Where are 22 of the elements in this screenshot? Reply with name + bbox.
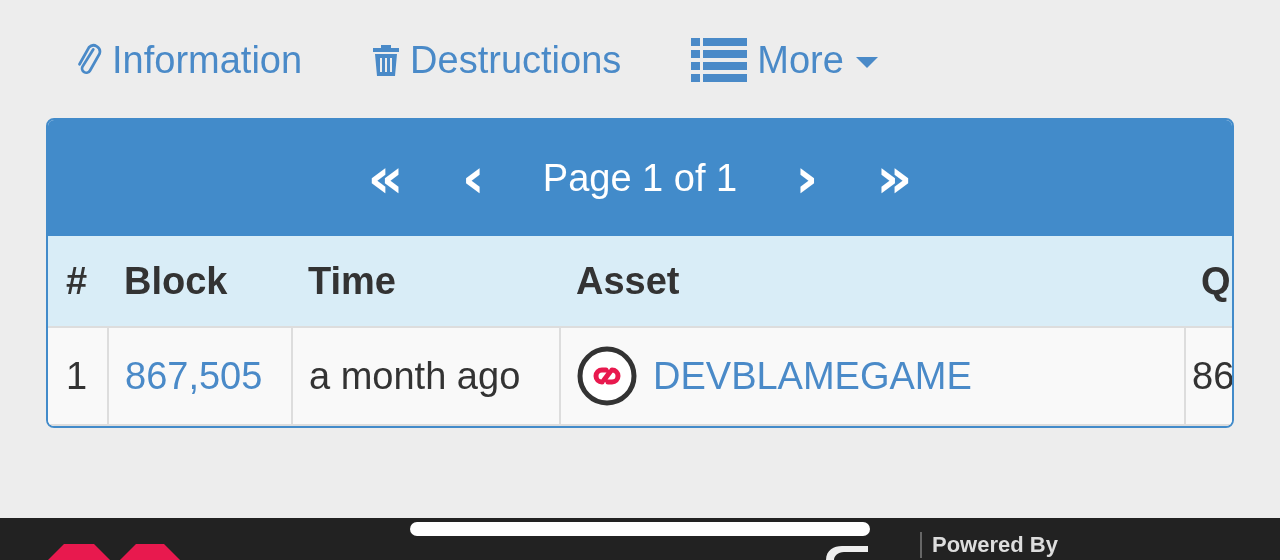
column-header: # xyxy=(48,236,108,327)
first-page-button[interactable]: « xyxy=(367,150,404,206)
column-header: Block xyxy=(108,236,292,327)
next-page-button[interactable]: › xyxy=(795,150,819,206)
table-cell: 86 xyxy=(1185,327,1232,425)
trash-icon xyxy=(372,43,401,77)
last-page-button[interactable]: » xyxy=(876,150,913,206)
nav-link[interactable]: Information xyxy=(76,38,303,82)
block-link[interactable]: 867,505 xyxy=(125,354,263,397)
table-cell: a month ago xyxy=(292,327,560,425)
nav-link[interactable]: More xyxy=(691,38,878,82)
table-cell: 1 xyxy=(48,327,108,425)
nav-link[interactable]: Destructions xyxy=(372,38,622,82)
column-header: Time xyxy=(292,236,560,327)
column-header: Asset xyxy=(560,236,1185,327)
previous-page-button[interactable]: ‹ xyxy=(461,150,485,206)
column-header: Q xyxy=(1185,236,1232,327)
asset-logo-icon xyxy=(577,346,637,406)
page-label: Page 1 of 1 xyxy=(542,156,738,200)
list-icon xyxy=(691,38,748,82)
asset-link[interactable]: DEVBLAMEGAME xyxy=(653,354,972,398)
powered-by-text: Powered By xyxy=(920,532,1058,558)
